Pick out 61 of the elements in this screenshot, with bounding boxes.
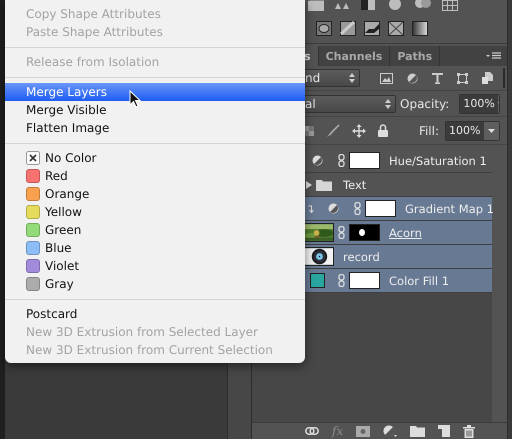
- half-circle-icon: [312, 155, 324, 166]
- up-down-arrows-icon: [385, 98, 392, 108]
- link-icon: [354, 202, 362, 215]
- menu-item-label: Orange: [45, 187, 90, 201]
- menu-item[interactable]: Flatten Image: [5, 119, 305, 137]
- half-circle-icon: [328, 203, 340, 214]
- caret-icon: [488, 128, 496, 132]
- menu-item-label: Blue: [45, 241, 72, 255]
- grid-icon[interactable]: [442, 0, 458, 11]
- cursor-icon: [129, 90, 141, 108]
- link-icon: [338, 226, 346, 239]
- link-icon[interactable]: [305, 427, 320, 435]
- no-color-icon: [26, 151, 40, 165]
- color-swatch: [310, 273, 326, 288]
- menu-item-label: Green: [45, 223, 82, 237]
- gradient-map-icon[interactable]: [412, 21, 428, 36]
- layer-mask: [349, 272, 380, 289]
- mask-icon[interactable]: [356, 426, 370, 436]
- menu-item[interactable]: Postcard: [5, 305, 305, 323]
- menu-item-label: Yellow: [45, 205, 82, 219]
- layer-name: record: [343, 250, 380, 264]
- half-circle-icon[interactable]: [383, 425, 398, 437]
- expand-arrow-icon[interactable]: [306, 180, 312, 188]
- menu-item[interactable]: Merge Layers: [5, 83, 305, 101]
- layer-mask: [365, 200, 396, 217]
- brush-icon[interactable]: [326, 124, 340, 138]
- folder-icon[interactable]: [410, 426, 426, 436]
- filter-toggle[interactable]: [503, 68, 506, 88]
- layer-name: Color Fill 1: [389, 274, 450, 288]
- layer-mask: [349, 152, 380, 169]
- layer-name: Gradient Map 1: [405, 202, 494, 216]
- menu-item-label: No Color: [45, 151, 96, 165]
- layer-mask: [349, 224, 380, 241]
- folder-icon: [316, 178, 332, 190]
- contrast-icon[interactable]: [360, 0, 376, 11]
- trash-icon[interactable]: [463, 424, 476, 438]
- menu-icon[interactable]: [486, 52, 502, 60]
- menu-item-label: Violet: [45, 259, 80, 273]
- fill-field[interactable]: 100%: [445, 120, 500, 140]
- shape-icon[interactable]: [457, 72, 468, 84]
- new-layer-icon[interactable]: [438, 425, 450, 437]
- panel-tab[interactable]: Channels: [318, 46, 390, 66]
- document-icon[interactable]: [482, 72, 494, 84]
- clip-arrow-icon: [308, 204, 316, 212]
- image-icon[interactable]: [380, 72, 394, 84]
- type-icon[interactable]: [432, 72, 444, 84]
- move-icon[interactable]: [352, 124, 366, 138]
- layer-name: Acorn: [389, 226, 422, 240]
- link-icon: [338, 274, 346, 287]
- fill-label: Fill:: [418, 124, 440, 138]
- opacity-field[interactable]: 100%: [459, 94, 500, 114]
- layer-name: Text: [343, 178, 366, 192]
- layer-name: Hue/Saturation 1: [389, 154, 487, 168]
- link-icon: [338, 154, 346, 167]
- up-down-arrows-icon: [349, 73, 356, 83]
- menu-item-label: Red: [45, 169, 68, 183]
- half-circle-icon[interactable]: [407, 72, 418, 84]
- opacity-label: Opacity:: [400, 96, 450, 110]
- menu-item-label: Gray: [45, 277, 74, 291]
- lock-icon[interactable]: [378, 124, 388, 137]
- checker-icon[interactable]: [304, 126, 314, 136]
